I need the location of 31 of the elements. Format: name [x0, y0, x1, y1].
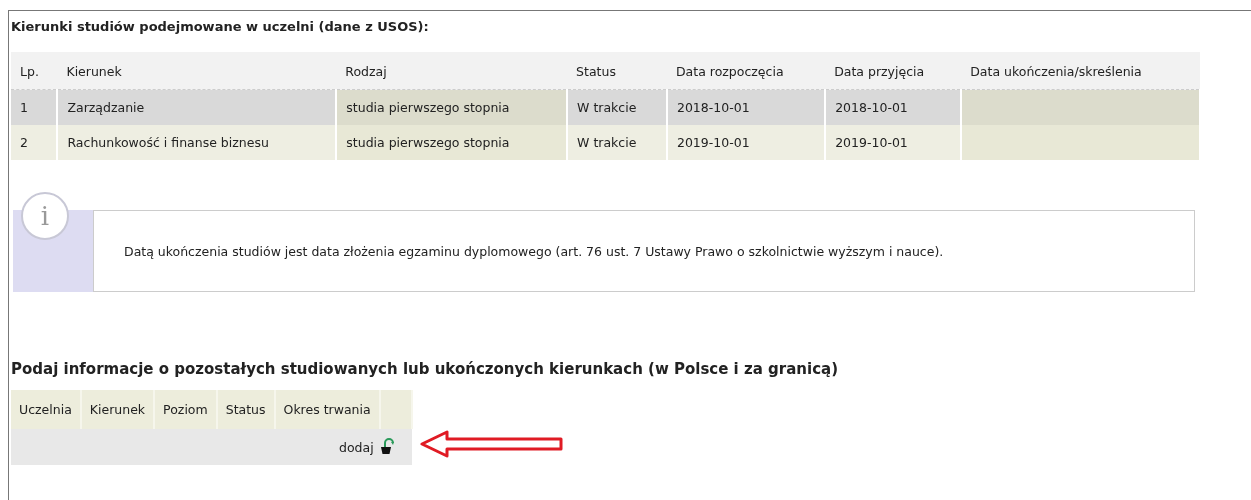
column-header: Data ukończenia/skreślenia [961, 52, 1200, 90]
table-cell: W trakcie [567, 125, 667, 160]
section-title: Kierunki studiów podejmowane w uczelni (dane z USOS): [11, 19, 430, 34]
table-cell: studia pierwszego stopnia [336, 125, 568, 160]
info-icon: i [21, 192, 69, 240]
column-header: Status [567, 52, 667, 90]
table-cell: W trakcie [567, 89, 667, 125]
column-header: Status [216, 390, 275, 429]
column-header: Lp. [11, 52, 58, 90]
table-cell: Rachunkowość i finanse biznesu [57, 125, 337, 160]
table-cell: 2018-10-01 [825, 89, 962, 125]
info-message: Datą ukończenia studiów jest data złożenia egzaminu dyplomowego (art. 76 ust. 7 Ustawy Prawo o szkolnictwie wyższym i nauce). [93, 210, 1195, 292]
column-header: Data rozpoczęcia [666, 52, 826, 90]
table-cell: 2 [11, 125, 58, 160]
column-header: Kierunek [80, 390, 155, 429]
table-cell: Zarządzanie [57, 89, 337, 125]
table-cell: 2018-10-01 [666, 89, 826, 125]
column-header: Okres trwania [274, 390, 380, 429]
table-cell: studia pierwszego stopnia [336, 89, 568, 125]
column-header: Data przyjęcia [825, 52, 962, 90]
table-cell: 1 [11, 89, 58, 125]
table-cell: 2019-10-01 [666, 125, 826, 160]
table-row[interactable]: 1 Zarządzanie studia pierwszego stopnia W trakcie 2018-10-01 2018-10-01 [11, 89, 1200, 125]
add-link[interactable]: dodaj [339, 438, 396, 456]
column-header: Rodzaj [336, 52, 568, 90]
column-header: Uczelnia [11, 390, 81, 429]
table-row[interactable]: 2 Rachunkowość i finanse biznesu studia pierwszego stopnia W trakcie 2019-10-01 2019-10-01 [11, 125, 1200, 160]
table-cell: 2019-10-01 [825, 125, 962, 160]
section-title: Podaj informacje o pozostałych studiowanych lub ukończonych kierunkach (w Polsce i za granicą) [11, 360, 839, 378]
column-header: Poziom [154, 390, 217, 429]
column-header: Kierunek [57, 52, 337, 90]
